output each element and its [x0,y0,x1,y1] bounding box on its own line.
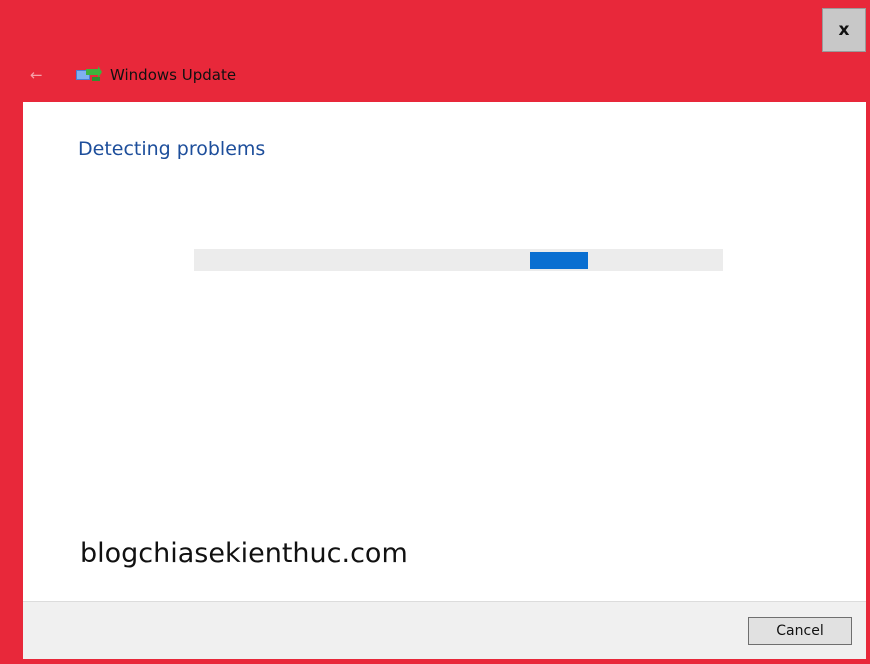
page-heading: Detecting problems [78,138,266,160]
content-panel: Detecting problems blogchiasekienthuc.co… [23,102,866,601]
app-title: Windows Update [110,66,237,84]
watermark-text: blogchiasekienthuc.com [80,538,408,569]
progress-bar [194,249,723,271]
cancel-button[interactable]: Cancel [748,617,852,645]
footer-bar: Cancel [23,601,866,659]
troubleshooter-window: x ← Windows Update Detecting problems bl… [0,0,870,664]
progress-chunk [530,252,588,269]
close-button[interactable]: x [822,8,866,52]
title-bar: ← Windows Update [0,58,870,98]
close-label: x [838,20,850,40]
cancel-label: Cancel [776,623,824,639]
windows-update-icon [76,66,102,81]
back-arrow-icon[interactable]: ← [30,65,50,85]
